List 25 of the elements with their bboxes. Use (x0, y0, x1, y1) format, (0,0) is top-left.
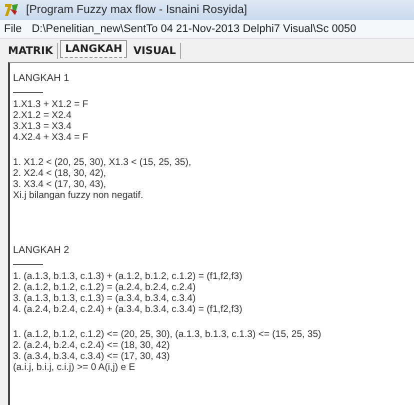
window-title: [Program Fuzzy max flow - Isnaini Rosyida] (26, 4, 248, 16)
section-heading: LANGKAH 1 (13, 72, 70, 84)
text-line: 3. (a.3.4, b.3.4, c.3.4) <= (17, 30, 43) (13, 351, 171, 362)
tab[interactable]: MATRIK (4, 43, 58, 59)
text-line: 2.X1.2 = X2.4 (13, 110, 72, 121)
text-line: 1.X1.3 + X1.2 = F (13, 99, 90, 110)
text-line: 4. (a.2.4, b.2.4, c.2.4) + (a.3.4, b.3.4, c.3.4) = (f1,f2,f3) (13, 304, 244, 315)
text-line: 2. (a.1.2, b.1.2, c.1.2) = (a.2.4, b.2.4, c.2.4) (13, 282, 197, 293)
text-line: 4.X2.4 + X3.4 = F (13, 132, 90, 143)
app-icon (4, 3, 20, 17)
tab[interactable]: LANGKAH (60, 40, 128, 58)
section-heading: LANGKAH 2 (13, 244, 70, 256)
text-line: 1. (a.1.2, b.1.2, c.1.2) <= (20, 25, 30), (a.1.3, b.1.3, c.1.3) <= (15, 25, 35) (13, 329, 322, 340)
file-path-menu-item[interactable]: D:\Penelitian_new\SentTo 04 21-Nov-2013 Delphi7 Visual\Sc 0050 (32, 23, 356, 35)
text-line: 3. (a.1.3, b.1.3, c.1.3) = (a.3.4, b.3.4, c.3.4) (13, 293, 197, 304)
text-line: (a.i.j, b.i.j, c.i.j) >= 0 A(i,j) e E (13, 362, 136, 373)
text-line: Xi.j bilangan fuzzy non negatif. (13, 190, 144, 201)
text-line: 2. X2.4 < (18, 30, 42), (13, 168, 108, 179)
menu-item[interactable]: File (4, 23, 22, 35)
text-line: 1. (a.1.3, b.1.3, c.1.3) + (a.1.2, b.1.2, c.1.2) = (f1,f2,f3) (13, 271, 244, 282)
text-line: 2. (a.2.4, b.2.4, c.2.4) <= (18, 30, 42) (13, 340, 171, 351)
text-line: 1. X1.2 < (20, 25, 30), X1.3 < (15, 25, 35), (13, 157, 192, 168)
tab[interactable]: VISUAL (129, 43, 181, 59)
text-line: 3. X3.4 < (17, 30, 43), (13, 179, 108, 190)
text-line: 3.X1.3 = X3.4 (13, 121, 72, 132)
